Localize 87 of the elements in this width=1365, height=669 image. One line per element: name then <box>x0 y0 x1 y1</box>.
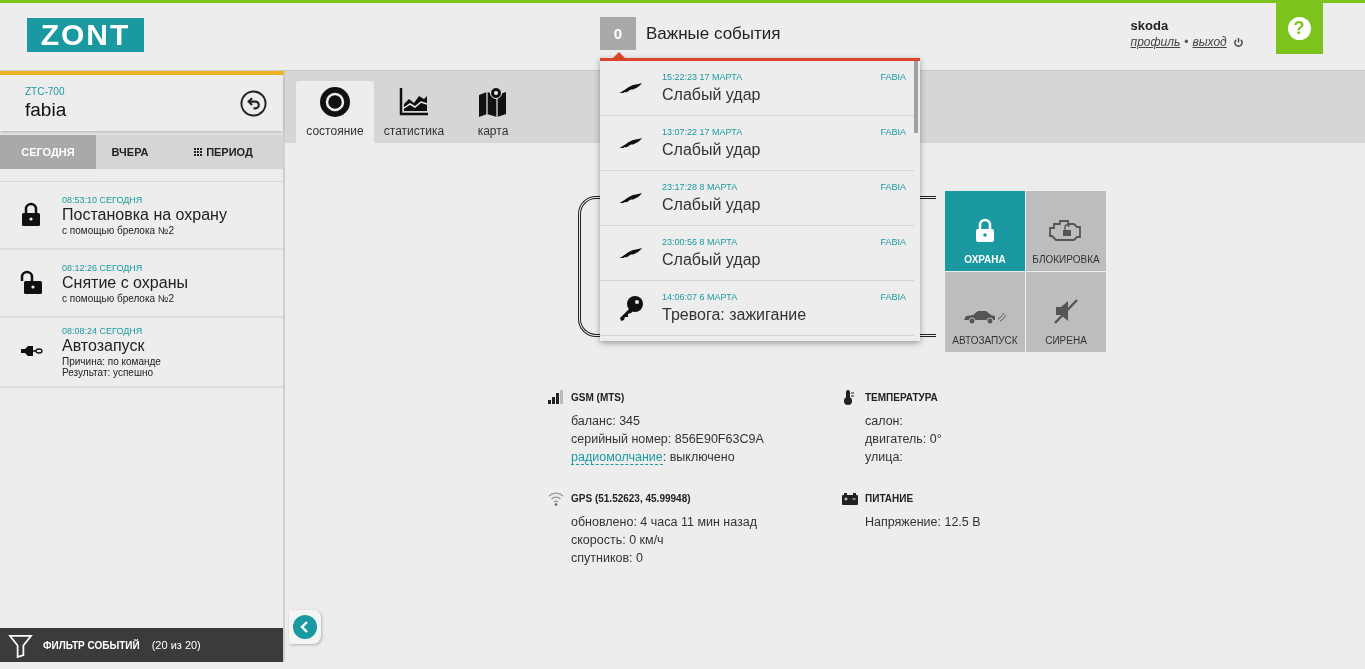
notification-title: Слабый удар <box>662 141 762 159</box>
notification-title: Слабый удар <box>662 251 762 269</box>
event-time: 08:12:26 СЕГОДНЯ <box>62 262 144 273</box>
view-tab[interactable]: карта <box>454 81 532 143</box>
event-item[interactable]: 08:12:26 СЕГОДНЯ Снятие с охраны с помощью брелока №2 <box>0 250 283 318</box>
info-line: Напряжение: 12.5 В <box>865 515 982 529</box>
info-line: баланс: 345 <box>571 414 642 428</box>
padlock-icon <box>973 218 997 244</box>
event-detail: с помощью брелока №2 <box>62 292 176 304</box>
signal-bars-icon <box>548 390 563 404</box>
notification-title: Тревога: зажигание <box>662 306 808 324</box>
view-tab[interactable]: состояние <box>296 81 374 143</box>
funnel-icon <box>8 632 33 658</box>
info-line: скорость: 0 км/ч <box>571 533 665 547</box>
notification-time: 23:00:56 8 МАРТА <box>662 237 738 247</box>
profile-link[interactable]: профиль <box>1130 35 1181 49</box>
chevron-left-icon <box>293 615 317 639</box>
padlock-closed-icon <box>19 202 43 228</box>
event-detail: Причина: по команде <box>62 356 161 367</box>
battery-icon <box>842 491 858 505</box>
info-line: салон: <box>865 414 904 428</box>
info-line: радиомолчание: выключено <box>571 450 736 464</box>
notification-device: FABIA <box>880 292 906 302</box>
events-title[interactable]: Важные события <box>646 23 781 44</box>
notification-title: Слабый удар <box>662 86 762 104</box>
notification-item[interactable]: 13:07:22 17 МАРТА FABIA Слабый удар <box>600 116 914 171</box>
notification-title: Слабый удар <box>662 196 762 214</box>
filter-label: ФИЛЬТР СОБЫТИЙ <box>43 639 140 651</box>
circle-icon <box>319 86 351 118</box>
map-icon <box>477 86 509 118</box>
collapse-button[interactable] <box>289 610 321 644</box>
event-item[interactable]: 08:53:10 СЕГОДНЯ Постановка на охрану с помощью брелока №2 <box>0 182 283 250</box>
wifi-icon <box>548 490 564 506</box>
event-title: Автозапуск <box>62 337 146 355</box>
notification-item[interactable]: 14:06:07 6 МАРТА FABIA Тревога: зажигание <box>600 281 914 336</box>
feather-icon <box>618 190 644 206</box>
padlock-open-icon <box>19 270 43 296</box>
notification-device: FABIA <box>880 182 906 192</box>
section-title: ПИТАНИЕ <box>865 492 914 504</box>
view-tab[interactable]: статистика <box>375 81 453 143</box>
logout-link[interactable]: выход <box>1192 35 1227 49</box>
notification-time: 13:07:22 17 МАРТА <box>662 127 743 137</box>
control-tile[interactable]: АВТОЗАПУСК <box>945 272 1025 352</box>
notification-item[interactable]: 23:17:28 8 МАРТА FABIA Слабый удар <box>600 171 914 226</box>
info-line: двигатель: 0° <box>865 432 943 446</box>
notification-time: 23:17:28 8 МАРТА <box>662 182 738 192</box>
info-line: обновлено: 4 часа 11 мин назад <box>571 515 759 529</box>
scrollbar-thumb[interactable] <box>914 61 918 133</box>
control-tile[interactable]: СИРЕНА <box>1026 272 1106 352</box>
event-item[interactable]: 08:08:24 СЕГОДНЯ Автозапуск Причина: по команде Результат: успешно <box>0 318 283 388</box>
event-title: Снятие с охраны <box>62 273 188 292</box>
feather-icon <box>618 135 644 151</box>
filter-bar[interactable]: ФИЛЬТР СОБЫТИЙ (20 из 20) <box>0 628 283 662</box>
muted-speaker-icon <box>1053 297 1079 325</box>
notification-device: FABIA <box>880 72 906 82</box>
event-title: Постановка на охрану <box>62 205 227 224</box>
area-chart-icon <box>398 86 430 118</box>
section-title: GPS (51.52623, 45.99948) <box>571 492 691 504</box>
key-icon <box>618 294 644 322</box>
event-detail: с помощью брелока №2 <box>62 224 176 236</box>
feather-icon <box>618 80 644 96</box>
grid-icon <box>194 147 204 157</box>
notification-item[interactable]: 23:00:56 8 МАРТА FABIA Слабый удар <box>600 226 914 281</box>
event-time: 08:08:24 СЕГОДНЯ <box>62 326 144 336</box>
notification-device: FABIA <box>880 237 906 247</box>
section-title: ТЕМПЕРАТУРА <box>865 391 938 403</box>
event-detail: Результат: успешно <box>62 367 154 378</box>
filter-count: (20 из 20) <box>151 639 201 651</box>
device-name: fabia <box>25 98 67 121</box>
notification-time: 15:22:23 17 МАРТА <box>662 72 743 82</box>
notification-time: 14:06:07 6 МАРТА <box>662 292 738 302</box>
notification-device: FABIA <box>880 127 906 137</box>
control-tile[interactable]: БЛОКИРОВКА <box>1026 191 1106 271</box>
period-tab[interactable]: ПЕРИОД <box>164 135 283 169</box>
separator: • <box>1184 35 1189 49</box>
period-tab[interactable]: ВЧЕРА <box>96 135 164 169</box>
event-time: 08:53:10 СЕГОДНЯ <box>62 194 144 205</box>
section-title: GSM (MTS) <box>571 391 625 403</box>
info-line: улица: <box>865 450 904 464</box>
device-model: ZTC-700 <box>25 85 66 97</box>
info-line: спутников: 0 <box>571 551 644 565</box>
back-icon[interactable] <box>240 89 267 117</box>
feather-icon <box>618 245 644 261</box>
user-name: skoda <box>1130 18 1169 33</box>
info-line: серийный номер: 856E90F63C9A <box>571 432 765 446</box>
power-icon[interactable] <box>1232 36 1244 48</box>
thermometer-icon <box>842 389 854 405</box>
